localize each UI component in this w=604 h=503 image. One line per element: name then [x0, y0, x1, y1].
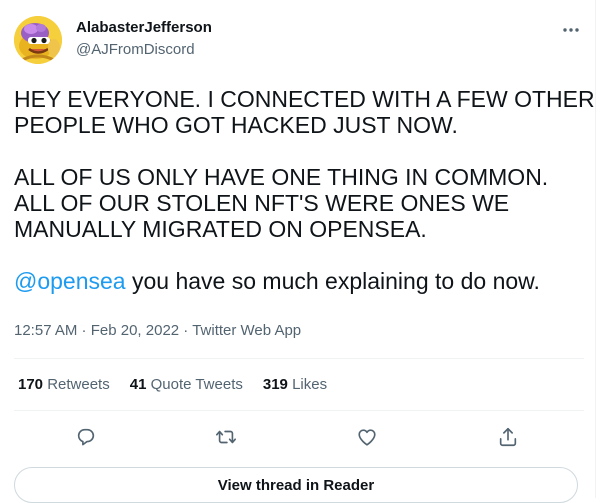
tweet-line: ALL OF US ONLY HAVE ONE THING IN COMMON. — [14, 164, 549, 190]
like-button[interactable] — [350, 420, 384, 454]
tweet-meta: 12:57 AM · Feb 20, 2022 · Twitter Web Ap… — [14, 322, 301, 339]
tweet-line: MANUALLY MIGRATED ON OPENSEA. — [14, 216, 427, 242]
avatar[interactable] — [14, 16, 62, 64]
heart-icon — [358, 429, 376, 446]
reply-icon — [77, 428, 95, 446]
tweet-line-text: you have so much explaining to do now. — [125, 268, 540, 294]
tweet-time[interactable]: 12:57 AM — [14, 322, 77, 339]
retweets-count: 170 — [18, 376, 44, 393]
meta-separator: · — [77, 322, 91, 339]
quote-tweets-label: Quote Tweets — [146, 376, 243, 393]
tweet-source[interactable]: Twitter Web App — [192, 322, 301, 339]
tweet-line: PEOPLE WHO GOT HACKED JUST NOW. — [14, 112, 458, 138]
retweets-stat[interactable]: 170 Retweets — [18, 376, 110, 393]
mention-link[interactable]: @opensea — [14, 268, 126, 294]
tweet-line: ALL OF OUR STOLEN NFT'S WERE ONES WE — [14, 190, 510, 216]
meta-separator: · — [179, 322, 193, 339]
tweet-date[interactable]: Feb 20, 2022 — [91, 322, 179, 339]
likes-count: 319 — [262, 376, 288, 393]
tweet-text: HEY EVERYONE. I CONNECTED WITH A FEW OTH… — [14, 86, 595, 294]
divider — [14, 410, 584, 411]
more-options-button[interactable] — [556, 18, 586, 42]
divider — [14, 358, 584, 359]
retweet-icon — [216, 430, 236, 444]
author-display-name[interactable]: AlabasterJefferson — [76, 19, 212, 36]
tweet-line: HEY EVERYONE. I CONNECTED WITH A FEW OTH… — [14, 86, 595, 112]
likes-label: Likes — [287, 376, 328, 393]
quote-tweets-stat[interactable]: 41 Quote Tweets — [130, 376, 243, 393]
retweet-button[interactable] — [209, 420, 243, 454]
tweet-card: AlabasterJefferson @AJFromDiscord HEY EV… — [0, 0, 596, 503]
quote-tweets-count: 41 — [129, 376, 147, 393]
more-horizontal-icon — [563, 28, 579, 32]
tweet-line: @opensea you have so much explaining to … — [14, 268, 584, 294]
likes-stat[interactable]: 319 Likes — [263, 376, 327, 393]
share-button[interactable] — [491, 420, 525, 454]
tweet-actions — [14, 420, 584, 454]
avatar-image — [14, 16, 62, 64]
tweet-stats: 170 Retweets 41 Quote Tweets 319 Likes — [18, 376, 327, 393]
reply-button[interactable] — [69, 420, 103, 454]
share-icon — [499, 427, 517, 447]
retweets-label: Retweets — [43, 376, 110, 393]
author-handle[interactable]: @AJFromDiscord — [76, 41, 195, 58]
